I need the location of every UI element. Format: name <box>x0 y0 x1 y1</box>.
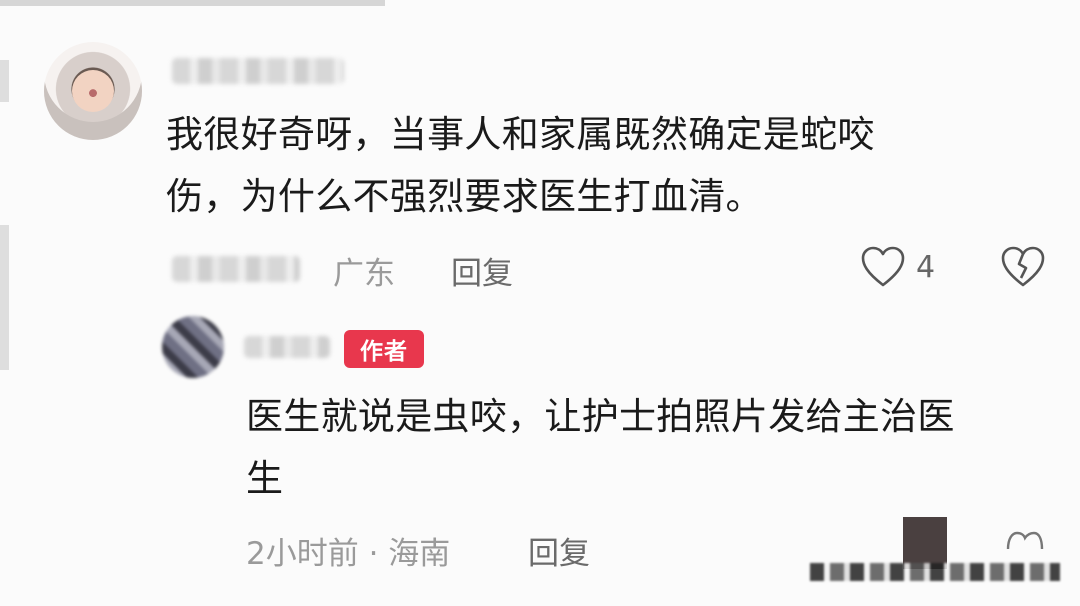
comment-time-blurred <box>172 256 300 282</box>
comment-text: 我很好奇呀，当事人和家属既然确定是蛇咬 伤，为什么不强烈要求医生打血清。 <box>166 104 875 228</box>
watermark-block <box>903 517 947 569</box>
reply-reply-button[interactable]: 回复 <box>528 528 590 573</box>
commenter-name-blurred[interactable] <box>172 58 344 84</box>
comment-item: 我很好奇呀，当事人和家属既然确定是蛇咬 伤，为什么不强烈要求医生打血清。 广东 … <box>0 0 1080 300</box>
commenter-avatar[interactable] <box>44 42 142 140</box>
partial-heart-icon <box>1004 527 1044 561</box>
reply-author-avatar[interactable] <box>162 316 224 378</box>
dislike-button[interactable] <box>1000 246 1046 292</box>
reply-text-line-1: 医生就说是虫咬，让护士拍照片发给主治医 <box>246 395 955 438</box>
comment-reply-button[interactable]: 回复 <box>451 248 513 293</box>
avatar-face <box>72 70 114 112</box>
like-count: 4 <box>916 249 936 285</box>
like-button[interactable]: 4 <box>860 246 935 288</box>
author-badge: 作者 <box>344 330 424 368</box>
heart-outline-icon <box>861 246 905 287</box>
reply-time-location: 2小时前 · 海南 <box>246 536 451 572</box>
watermark-text-blurred <box>810 563 1060 581</box>
reply-text-line-2: 生 <box>246 457 284 500</box>
comment-text-line-2: 伤，为什么不强烈要求医生打血清。 <box>166 175 763 218</box>
comment-text-line-1: 我很好奇呀，当事人和家属既然确定是蛇咬 <box>166 113 875 156</box>
comment-location: 广东 <box>333 256 395 292</box>
reply-author-name-blurred[interactable] <box>244 336 330 358</box>
reply-text: 医生就说是虫咬，让护士拍照片发给主治医 生 <box>246 386 955 510</box>
broken-heart-icon <box>1001 246 1045 287</box>
